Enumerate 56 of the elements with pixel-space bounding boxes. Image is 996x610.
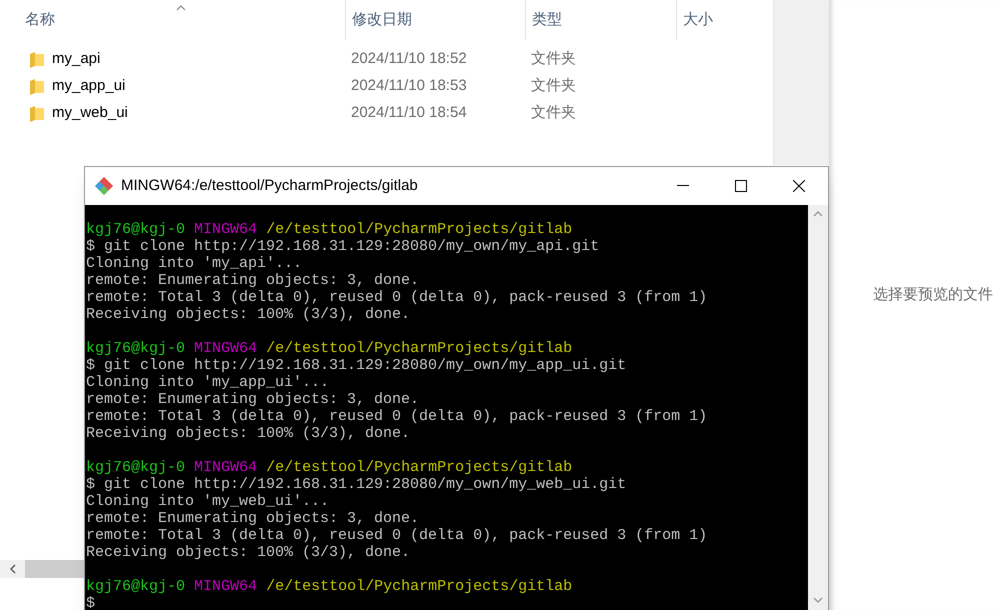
terminal-output: remote: Enumerating objects: 3, done.: [86, 272, 420, 289]
terminal-output: $ git clone http://192.168.31.129:28080/my_own/my_app_ui.git: [86, 357, 626, 374]
diamond-logo-icon: [94, 176, 114, 196]
prompt-path: /e/testtool/PycharmProjects/gitlab: [266, 221, 572, 238]
modified-date: 2024/11/10 18:54: [351, 104, 467, 122]
column-header[interactable]: 名称: [0, 0, 345, 40]
terminal-output: $ git clone http://192.168.31.129:28080/my_own/my_api.git: [86, 238, 600, 255]
prompt-path: /e/testtool/PycharmProjects/gitlab: [266, 340, 572, 357]
prompt-user: kgj76@kgj-0: [86, 340, 186, 357]
prompt-shell: MINGW64: [194, 459, 258, 476]
scroll-left-icon[interactable]: [10, 564, 16, 574]
terminal-output: $: [86, 595, 96, 610]
horizontal-scrollbar[interactable]: [0, 560, 84, 578]
maximize-icon: [735, 180, 747, 192]
scrollbar-thumb[interactable]: [25, 560, 84, 578]
vertical-scrollbar[interactable]: [808, 205, 828, 610]
folder-icon: [30, 52, 44, 68]
prompt-path: /e/testtool/PycharmProjects/gitlab: [266, 459, 572, 476]
scroll-up-icon[interactable]: [813, 211, 823, 217]
terminal-output: Receiving objects: 100% (3/3), done.: [86, 544, 410, 561]
terminal-output: remote: Enumerating objects: 3, done.: [86, 391, 420, 408]
terminal-output: Cloning into 'my_api'...: [86, 255, 302, 272]
file-type: 文件夹: [531, 77, 576, 94]
terminal-output: remote: Enumerating objects: 3, done.: [86, 510, 420, 527]
prompt-shell: MINGW64: [194, 340, 258, 357]
prompt-shell: MINGW64: [194, 221, 258, 238]
folder-icon: [30, 78, 44, 94]
column-header[interactable]: 类型: [525, 0, 676, 40]
modified-date: 2024/11/10 18:53: [351, 77, 467, 94]
terminal-output: $ git clone http://192.168.31.129:28080/my_own/my_web_ui.git: [86, 476, 626, 493]
terminal-output: remote: Total 3 (delta 0), reused 0 (delta 0), pack-reused 3 (from 1): [86, 408, 708, 425]
preview-message: 选择要预览的文件: [873, 286, 993, 303]
terminal-output: remote: Total 3 (delta 0), reused 0 (delta 0), pack-reused 3 (from 1): [86, 527, 708, 544]
scroll-down-icon[interactable]: [813, 597, 823, 603]
file-type: 文件夹: [531, 50, 576, 68]
file-name[interactable]: my_app_ui: [52, 75, 126, 98]
window-title: MINGW64:/e/testtool/PycharmProjects/gitlab: [121, 176, 418, 196]
column-header[interactable]: 修改日期: [345, 0, 525, 40]
file-name[interactable]: my_api: [52, 48, 100, 71]
prompt-user: kgj76@kgj-0: [86, 578, 186, 595]
terminal-output: remote: Total 3 (delta 0), reused 0 (delta 0), pack-reused 3 (from 1): [86, 289, 708, 306]
prompt-shell: MINGW64: [194, 578, 258, 595]
terminal-output: Cloning into 'my_web_ui'...: [86, 493, 330, 510]
file-type: 文件夹: [531, 104, 576, 122]
file-name[interactable]: my_web_ui: [52, 102, 128, 125]
close-icon: [793, 180, 805, 192]
prompt-path: /e/testtool/PycharmProjects/gitlab: [266, 578, 572, 595]
folder-icon: [30, 106, 44, 122]
modified-date: 2024/11/10 18:52: [351, 50, 467, 68]
sort-ascending-icon: [176, 5, 186, 11]
prompt-user: kgj76@kgj-0: [86, 459, 186, 476]
terminal-output: Receiving objects: 100% (3/3), done.: [86, 425, 410, 442]
terminal-output: Receiving objects: 100% (3/3), done.: [86, 306, 410, 323]
minimize-icon: [677, 185, 689, 187]
prompt-user: kgj76@kgj-0: [86, 221, 186, 238]
terminal-output: Cloning into 'my_app_ui'...: [86, 374, 330, 391]
